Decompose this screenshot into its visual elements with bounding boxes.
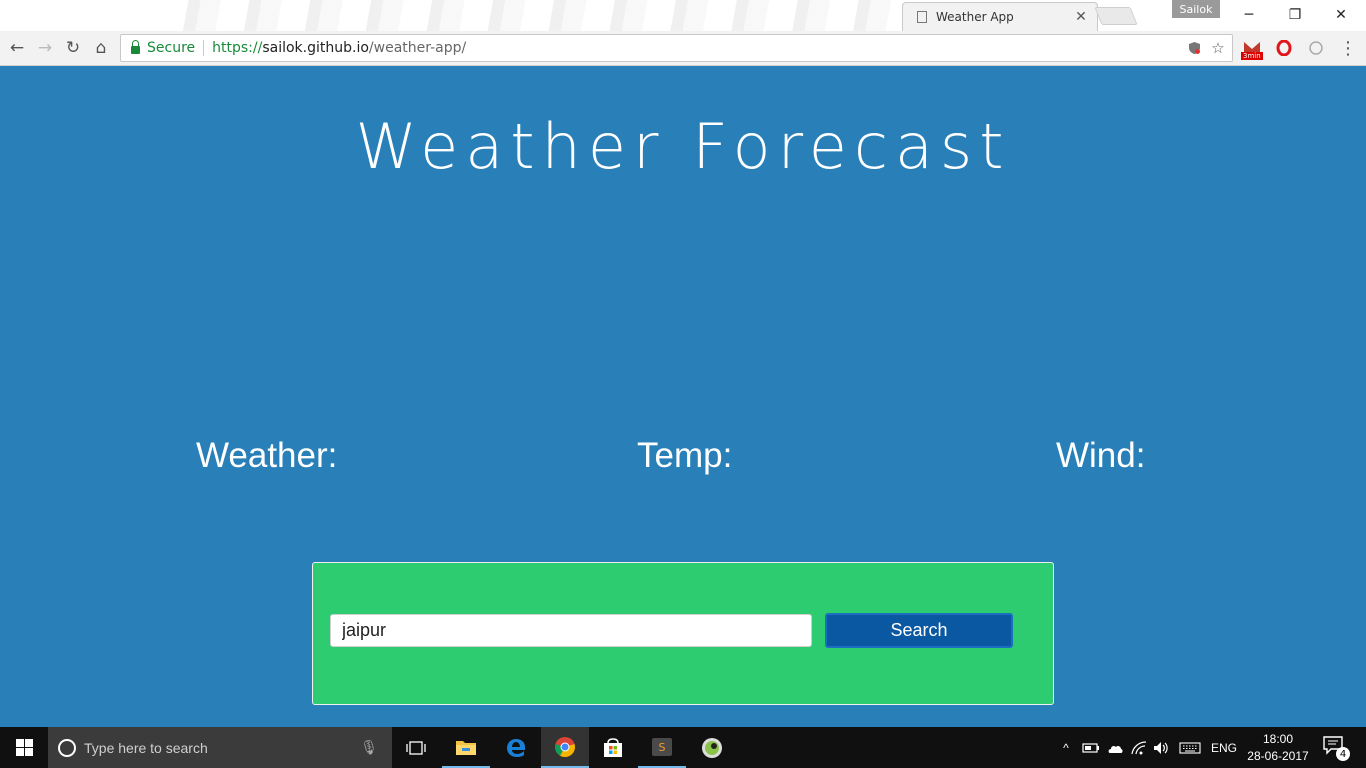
store-icon[interactable] — [589, 727, 637, 768]
windows-taskbar: Type here to search 🎙 S ^ ENG 18:00 28-0… — [0, 727, 1366, 768]
restore-button[interactable]: ❐ — [1272, 0, 1318, 29]
minimize-button[interactable]: ─ — [1226, 0, 1272, 29]
search-panel: Search — [312, 562, 1054, 705]
weather-label: Weather: — [196, 436, 338, 475]
microphone-icon[interactable]: 🎙 — [360, 740, 378, 756]
taskbar-search-placeholder: Type here to search — [84, 739, 208, 756]
extension-badge: 3min — [1241, 52, 1263, 60]
opera-extension-icon[interactable] — [1272, 36, 1296, 60]
taskbar-clock[interactable]: 18:00 28-06-2017 — [1246, 731, 1310, 765]
show-hidden-icons-icon[interactable]: ^ — [1058, 727, 1074, 768]
wifi-icon[interactable] — [1128, 727, 1150, 768]
chrome-icon[interactable] — [541, 727, 589, 768]
action-center-icon[interactable]: 4 — [1322, 735, 1350, 761]
forward-button[interactable]: → — [32, 35, 58, 61]
divider — [203, 40, 205, 56]
clock-time: 18:00 — [1262, 732, 1294, 746]
notification-count-badge: 4 — [1336, 747, 1350, 761]
shield-icon[interactable] — [1186, 39, 1202, 57]
onedrive-icon[interactable] — [1104, 727, 1126, 768]
browser-menu-icon[interactable]: ⋮ — [1336, 36, 1360, 60]
task-view-icon[interactable] — [392, 727, 440, 768]
cortana-icon — [58, 738, 76, 757]
url-path: /weather-app/ — [368, 40, 467, 56]
start-button[interactable] — [0, 727, 48, 768]
home-button[interactable]: ⌂ — [88, 35, 114, 61]
wind-label: Wind: — [1056, 436, 1146, 475]
volume-icon[interactable] — [1150, 727, 1172, 768]
city-search-input[interactable] — [330, 614, 812, 647]
extension-timer-icon[interactable]: 3min — [1240, 36, 1264, 60]
temp-label: Temp: — [637, 436, 733, 475]
tab-close-icon[interactable]: ✕ — [1073, 9, 1089, 25]
bookmark-star-icon[interactable]: ☆ — [1210, 39, 1226, 57]
browser-title-bar: Weather App ✕ Sailok ─ ❐ ✕ — [0, 0, 1366, 31]
tab-weather-app[interactable]: Weather App ✕ — [902, 2, 1098, 31]
page-title: Weather Forecast — [355, 110, 1011, 183]
address-bar[interactable]: Secure https://sailok.github.io/weather-… — [120, 34, 1233, 62]
back-button[interactable]: ← — [4, 35, 30, 61]
svg-text:S: S — [659, 741, 666, 754]
tab-strip-background — [160, 0, 900, 31]
page-icon — [917, 11, 927, 23]
profile-button[interactable]: Sailok — [1172, 0, 1220, 18]
app-icon[interactable] — [688, 727, 736, 768]
new-tab-button[interactable] — [1094, 7, 1138, 25]
clock-date: 28-06-2017 — [1247, 749, 1309, 763]
lock-icon — [131, 40, 140, 54]
search-button[interactable]: Search — [825, 613, 1013, 648]
close-window-button[interactable]: ✕ — [1318, 0, 1364, 29]
language-indicator[interactable]: ENG — [1208, 727, 1240, 768]
battery-icon[interactable] — [1080, 727, 1102, 768]
sublime-text-icon[interactable]: S — [638, 727, 686, 768]
windows-logo-icon — [15, 739, 33, 756]
url-scheme: https:// — [212, 40, 263, 56]
weather-app-page: Weather Forecast Weather: Temp: Wind: Se… — [0, 66, 1366, 727]
extension-circle-icon[interactable] — [1304, 36, 1328, 60]
url-host: sailok.github.io — [262, 40, 369, 56]
browser-toolbar: ← → ↻ ⌂ Secure https://sailok.github.io /… — [0, 31, 1366, 66]
edge-icon[interactable] — [492, 727, 540, 768]
reload-button[interactable]: ↻ — [60, 35, 86, 61]
keyboard-icon[interactable] — [1176, 727, 1204, 768]
file-explorer-icon[interactable] — [442, 727, 490, 768]
taskbar-search-box[interactable]: Type here to search 🎙 — [48, 727, 392, 768]
tab-title: Weather App — [936, 10, 1014, 24]
secure-label[interactable]: Secure — [147, 40, 195, 56]
